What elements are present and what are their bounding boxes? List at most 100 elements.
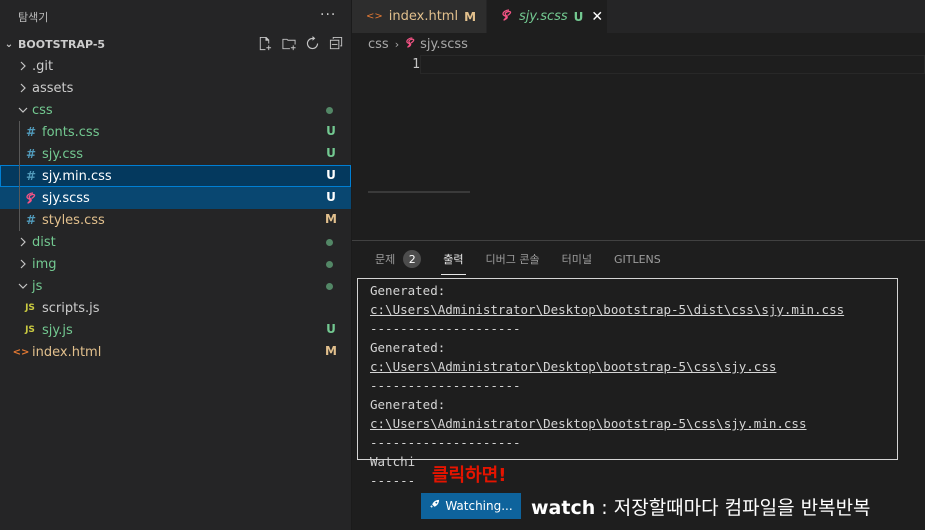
css-file-icon: # [25,169,37,183]
git-status-badge: M [464,9,477,24]
tab-label: GITLENS [613,252,661,266]
tab-output[interactable]: 출력 [432,241,474,277]
workspace-name: BOOTSTRAP-5 [18,37,106,51]
horizontal-scrollbar[interactable] [368,191,470,193]
tree-item-label: sjy.css [42,146,84,162]
git-status-badge: U [326,168,336,182]
tab-debug-console[interactable]: 디버그 콘솔 [475,241,551,277]
modified-dot [326,261,333,268]
tree-item-label: sjy.js [42,322,73,338]
indent-guide [19,165,20,187]
tree-item-sjy-min-css[interactable]: # sjy.min.css U [0,165,351,187]
tree-item-css[interactable]: css [0,99,351,121]
new-folder-icon[interactable] [280,35,297,52]
breadcrumb: css › sjy.scss [352,33,925,55]
modified-dot [326,107,333,114]
chevron-down-icon [16,281,30,291]
tab-gitlens[interactable]: GITLENS [603,241,672,277]
modified-dot [326,239,333,246]
output-path-link[interactable]: c:\Users\Administrator\Desktop\bootstrap… [370,414,844,433]
tab-label: index.html [388,9,459,24]
tree-item-sjy-js[interactable]: JS sjy.js U [0,319,351,341]
tab-label: 문제 [375,253,396,266]
modified-dot [326,283,333,290]
tree-item-label: assets [32,80,74,96]
sass-file-icon [24,192,38,204]
indent-guide [19,121,20,143]
editor-tabs: <> index.html M sjy.scss U ✕ [352,0,925,33]
output-log-tail: Watchi ------ [370,452,415,490]
workspace-section[interactable]: ⌄ BOOTSTRAP-5 [0,33,351,55]
chevron-right-icon [16,237,30,247]
tree-item-dist[interactable]: dist [0,231,351,253]
new-file-icon[interactable] [256,35,273,52]
output-line: -------------------- [370,378,521,393]
output-line: -------------------- [370,321,521,336]
git-status-badge: M [325,344,337,358]
tab-label: 터미널 [561,253,592,266]
chevron-right-icon [16,259,30,269]
tree-item-label: .git [32,58,54,74]
tab-index-html[interactable]: <> index.html M [352,0,487,33]
breadcrumb-folder[interactable]: css [368,37,389,52]
editor-current-line[interactable] [420,55,925,74]
more-actions-icon[interactable]: ··· [320,7,336,23]
output-line: Generated: [370,397,446,412]
tree-item-sjy-css[interactable]: # sjy.css U [0,143,351,165]
chevron-down-icon [16,105,30,115]
tree-item-img[interactable]: img [0,253,351,275]
git-status-badge: U [573,9,584,24]
watching-label: Watching... [445,499,513,513]
watch-description: watch : 저장할때마다 컴파일을 반복반복 [531,493,871,520]
tree-item-label: js [32,278,43,294]
git-status-badge: U [326,146,336,160]
section-actions [256,35,345,52]
output-line: -------------------- [370,435,521,450]
chevron-right-icon: › [394,37,400,51]
output-log: Generated: c:\Users\Administrator\Deskto… [370,281,844,452]
js-file-icon: JS [25,303,35,313]
watch-description-text: : 저장할때마다 컴파일을 반복반복 [595,497,871,519]
tree-item-git[interactable]: .git [0,55,351,77]
line-number: 1 [412,57,420,72]
breadcrumb-file[interactable]: sjy.scss [420,37,468,52]
chevron-down-icon: ⌄ [4,38,14,50]
tree-item-label: sjy.min.css [42,168,112,184]
close-icon[interactable]: ✕ [591,9,603,25]
git-status-badge: U [326,124,336,138]
tree-item-label: sjy.scss [42,190,90,206]
output-line: Generated: [370,340,446,355]
tree-item-scripts-js[interactable]: JS scripts.js [0,297,351,319]
explorer-title: 탐색기 [18,10,49,24]
tree-item-js[interactable]: js [0,275,351,297]
indent-guide [19,143,20,165]
tree-item-styles-css[interactable]: # styles.css M [0,209,351,231]
collapse-all-icon[interactable] [328,35,345,52]
panel-tabs: 문제 2 출력 디버그 콘솔 터미널 GITLENS [352,241,925,277]
output-path-link[interactable]: c:\Users\Administrator\Desktop\bootstrap… [370,357,844,376]
tab-sjy-scss[interactable]: sjy.scss U ✕ [487,0,607,33]
git-status-badge: M [325,212,337,226]
output-line: Generated: [370,283,446,298]
tree-item-fonts-css[interactable]: # fonts.css U [0,121,351,143]
tree-item-index-html[interactable]: <> index.html M [0,341,351,363]
watching-status-button[interactable]: Watching... [421,493,521,519]
tab-terminal[interactable]: 터미널 [551,241,603,277]
tree-item-label: dist [32,234,56,250]
tree-item-assets[interactable]: assets [0,77,351,99]
output-path-link[interactable]: c:\Users\Administrator\Desktop\bootstrap… [370,300,844,319]
output-line: Watchi [370,454,416,469]
git-status-badge: U [326,322,336,336]
js-file-icon: JS [25,325,35,335]
chevron-right-icon [16,83,30,93]
tab-label: 디버그 콘솔 [485,253,540,266]
refresh-icon[interactable] [304,35,321,52]
file-tree: .git assets css # fonts.css U # sjy.css … [0,55,351,363]
problems-count-badge: 2 [403,250,422,268]
css-file-icon: # [25,125,37,139]
tab-problems[interactable]: 문제 2 [364,241,432,277]
chevron-right-icon [16,61,30,71]
tree-item-sjy-scss[interactable]: sjy.scss U [0,187,351,209]
tab-label: sjy.scss [519,9,568,24]
tree-item-label: index.html [32,344,102,360]
